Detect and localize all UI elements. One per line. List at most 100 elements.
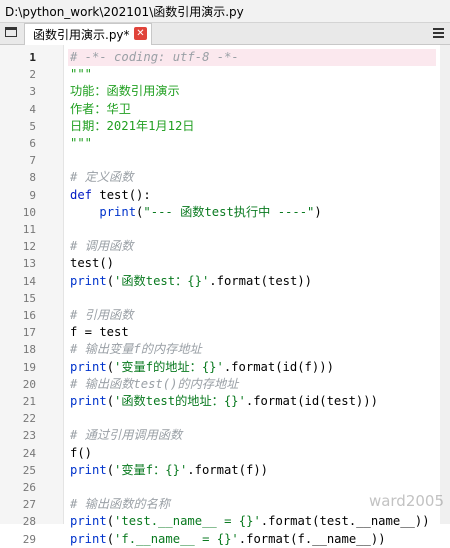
line-number: 21 — [0, 393, 36, 410]
line-number: 11 — [0, 221, 36, 238]
window-title: D:\python_work\202101\函数引用演示.py — [0, 0, 450, 23]
close-icon[interactable]: ✕ — [134, 27, 147, 40]
code-token: """ — [70, 67, 92, 81]
code-line[interactable]: 8# 定义函数 — [0, 169, 450, 186]
panel-toggle-icon[interactable] — [5, 27, 17, 37]
code-line[interactable]: 16 # 引用函数 — [0, 307, 450, 324]
code-text: # 输出变量f的内存地址 — [68, 341, 436, 358]
code-token: print — [70, 274, 107, 288]
code-token: 日期：2021年1月12日 — [70, 119, 195, 133]
code-token: ( — [107, 532, 114, 546]
line-number: 23 — [0, 427, 36, 444]
code-token: .format(id(test))) — [246, 394, 378, 408]
code-text: f = test — [68, 324, 436, 341]
code-text: print('变量f的地址：{}'.format(id(f))) — [68, 359, 436, 376]
code-text: # -*- coding: utf-8 -*- — [68, 49, 436, 66]
code-token: # 调用函数 — [70, 239, 133, 253]
code-token: ) — [314, 205, 321, 219]
line-number: 13 — [0, 255, 36, 272]
code-token: 'f.__name__ = {}' — [114, 532, 239, 546]
code-token: '变量f：{}' — [114, 463, 187, 477]
code-token: .format(test)) — [209, 274, 312, 288]
code-token: f() — [70, 446, 92, 460]
code-line[interactable]: 10 print("--- 函数test执行中 ----") — [0, 204, 450, 221]
code-text: """ — [68, 66, 436, 83]
line-number: 20 — [0, 376, 36, 393]
code-line[interactable]: 12# 调用函数 — [0, 238, 450, 255]
code-line[interactable]: 28print('test.__name__ = {}'.format(test… — [0, 513, 450, 530]
line-number: 5 — [0, 118, 36, 135]
line-number: 3 — [0, 83, 36, 100]
code-line[interactable]: 6 """ — [0, 135, 450, 152]
code-line[interactable]: 4作者：华卫 — [0, 101, 450, 118]
code-token: # 引用函数 — [70, 308, 133, 322]
code-token: test(): — [99, 188, 150, 202]
code-text — [68, 290, 436, 307]
code-token: def — [70, 188, 99, 202]
code-text: # 通过引用调用函数 — [68, 427, 436, 444]
line-number: 24 — [0, 445, 36, 462]
code-token: "--- 函数test执行中 ----" — [143, 205, 314, 219]
code-text: # 引用函数 — [68, 307, 436, 324]
line-number: 7 — [0, 152, 36, 169]
line-number: 25 — [0, 462, 36, 479]
code-text: # 定义函数 — [68, 169, 436, 186]
line-number: 22 — [0, 410, 36, 427]
code-text: print('f.__name__ = {}'.format(f.__name_… — [68, 531, 436, 548]
code-line[interactable]: 18# 输出变量f的内存地址 — [0, 341, 450, 358]
code-token: print — [99, 205, 136, 219]
code-token: .format(id(f))) — [224, 360, 334, 374]
code-line[interactable]: 23 # 通过引用调用函数 — [0, 427, 450, 444]
line-number: 4 — [0, 101, 36, 118]
code-line[interactable]: 14print('函数test：{}'.format(test)) — [0, 273, 450, 290]
code-token: print — [70, 514, 107, 528]
tab-file[interactable]: 函数引用演示.py* ✕ — [24, 23, 152, 45]
code-token: .format(f.__name__)) — [239, 532, 386, 546]
code-text — [68, 221, 436, 238]
code-token: print — [70, 463, 107, 477]
code-line[interactable]: 24 f() — [0, 445, 450, 462]
code-token: .format(test.__name__)) — [261, 514, 430, 528]
code-text: print('test.__name__ = {}'.format(test._… — [68, 513, 436, 530]
code-token: '变量f的地址：{}' — [114, 360, 224, 374]
code-line[interactable]: 19print('变量f的地址：{}'.format(id(f))) — [0, 359, 450, 376]
code-line[interactable]: 9 def test(): — [0, 187, 450, 204]
line-number: 16 — [0, 307, 36, 324]
code-line[interactable]: 1# -*- coding: utf-8 -*- — [0, 49, 450, 66]
code-line[interactable]: 20# 输出函数test()的内存地址 — [0, 376, 450, 393]
code-line[interactable]: 17f = test — [0, 324, 450, 341]
code-token: print — [70, 360, 107, 374]
line-number: 9 — [0, 187, 36, 204]
code-text: print("--- 函数test执行中 ----") — [68, 204, 436, 221]
code-token: """ — [70, 136, 92, 150]
code-text: print('函数test的地址：{}'.format(id(test))) — [68, 393, 436, 410]
code-line[interactable]: 5 日期：2021年1月12日 — [0, 118, 450, 135]
code-line[interactable]: 29print('f.__name__ = {}'.format(f.__nam… — [0, 531, 450, 548]
code-token: '函数test的地址：{}' — [114, 394, 246, 408]
code-line[interactable]: 7 — [0, 152, 450, 169]
line-number: 6 — [0, 135, 36, 152]
code-text: """ — [68, 135, 436, 152]
code-line[interactable]: 3 功能：函数引用演示 — [0, 83, 450, 100]
vertical-scrollbar[interactable] — [440, 45, 450, 524]
code-line[interactable]: 25 print('变量f：{}'.format(f)) — [0, 462, 450, 479]
code-line[interactable]: 15 — [0, 290, 450, 307]
code-line[interactable]: 2""" — [0, 66, 450, 83]
code-text — [68, 152, 436, 169]
code-text: def test(): — [68, 187, 436, 204]
code-token — [70, 205, 99, 219]
code-token: print — [70, 394, 107, 408]
line-number: 14 — [0, 273, 36, 290]
code-line[interactable]: 22 — [0, 410, 450, 427]
code-line[interactable]: 13 test() — [0, 255, 450, 272]
hamburger-menu-icon[interactable] — [433, 28, 444, 38]
code-text: 功能：函数引用演示 — [68, 83, 436, 100]
code-editor[interactable]: 1# -*- coding: utf-8 -*-2"""3 功能：函数引用演示4作… — [0, 45, 450, 524]
code-token: 'test.__name__ = {}' — [114, 514, 261, 528]
code-text: print('变量f：{}'.format(f)) — [68, 462, 436, 479]
code-token: .format(f)) — [187, 463, 268, 477]
watermark: ward2005 — [369, 492, 444, 510]
code-token: test() — [70, 256, 114, 270]
code-line[interactable]: 21 print('函数test的地址：{}'.format(id(test))) — [0, 393, 450, 410]
code-line[interactable]: 11 — [0, 221, 450, 238]
